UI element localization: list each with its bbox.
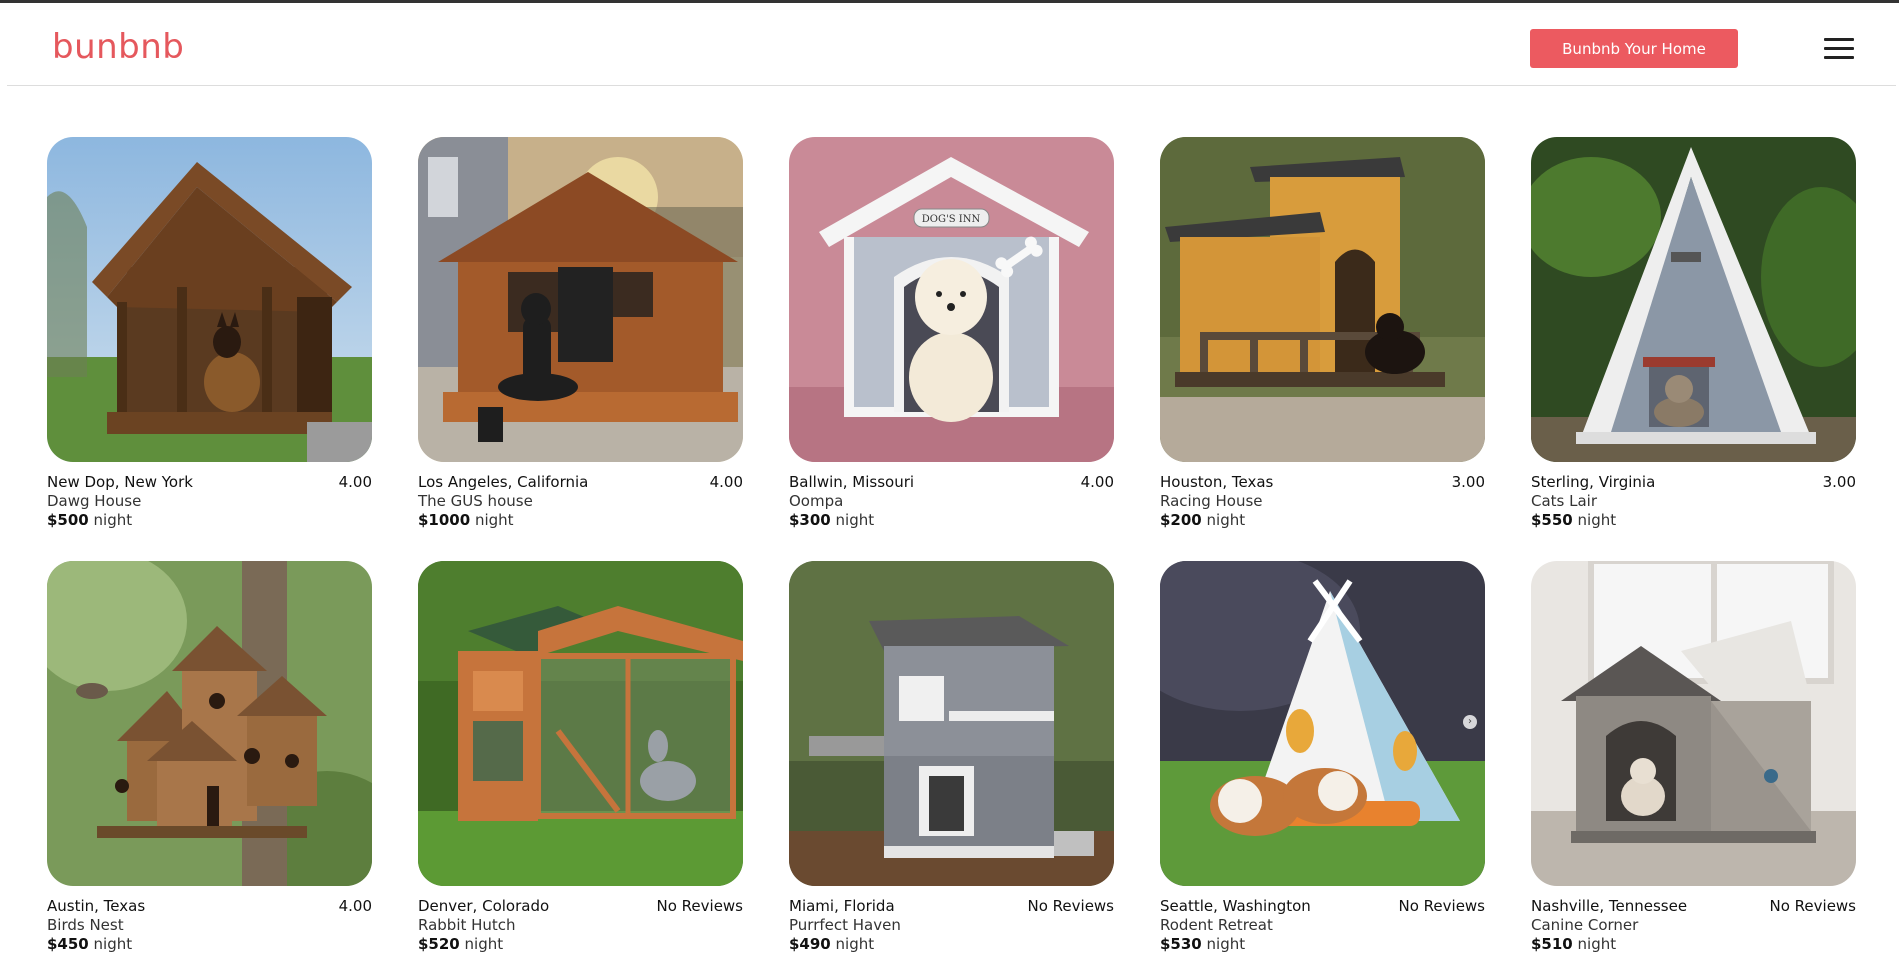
price-unit: night [835,511,875,529]
listing-price: $510 [1531,935,1573,953]
listing-card[interactable]: Miami, Florida No Reviews Purrfect Haven… [789,561,1114,959]
price-unit: night [464,935,504,953]
listing-rating: 3.00 [1822,473,1856,491]
price-unit: night [93,511,133,529]
listings-grid: New Dop, New York 4.00 Dawg House $500 n… [47,137,1856,959]
listing-location: Seattle, Washington [1160,897,1311,915]
listing-card[interactable]: Austin, Texas 4.00 Birds Nest $450 night [47,561,372,959]
listing-title: Cats Lair [1531,492,1598,510]
listing-location: Los Angeles, California [418,473,589,491]
listing-price: $1000 [418,511,471,529]
listing-rating: No Reviews [1398,897,1486,915]
price-unit: night [1206,511,1246,529]
listing-card[interactable]: New Dop, New York 4.00 Dawg House $500 n… [47,137,372,535]
listing-info: Houston, Texas 3.00 Racing House $200 ni… [1160,473,1485,530]
listing-title: The GUS house [418,492,533,510]
listing-photo[interactable] [47,137,372,462]
chevron-right-icon[interactable]: › [1463,715,1477,729]
price-unit: night [1206,935,1246,953]
brand-logo[interactable]: bunbnb [52,30,184,64]
listing-card[interactable]: Nashville, Tennessee No Reviews Canine C… [1531,561,1856,959]
price-unit: night [1577,935,1617,953]
listing-location: Austin, Texas [47,897,146,915]
listing-price: $500 [47,511,89,529]
listing-card[interactable]: Los Angeles, California 4.00 The GUS hou… [418,137,743,535]
listing-rating: 3.00 [1451,473,1485,491]
listing-location: Nashville, Tennessee [1531,897,1688,915]
listing-price: $490 [789,935,831,953]
listing-photo[interactable] [789,561,1114,886]
listing-info: Denver, Colorado No Reviews Rabbit Hutch… [418,897,743,954]
listing-title: Dawg House [47,492,142,510]
listing-info: Seattle, Washington No Reviews Rodent Re… [1160,897,1485,954]
listing-card[interactable]: › Seattle, Washington No Reviews Rodent … [1160,561,1485,959]
listing-photo[interactable]: › [1160,561,1485,886]
listing-rating: 4.00 [338,473,372,491]
listing-title: Canine Corner [1531,916,1639,934]
listing-rating: No Reviews [1769,897,1857,915]
sign-text: DOG'S INN [922,214,981,225]
listing-info: Los Angeles, California 4.00 The GUS hou… [418,473,743,530]
listing-location: Sterling, Virginia [1531,473,1656,491]
price-unit: night [835,935,875,953]
listing-location: Ballwin, Missouri [789,473,915,491]
listing-location: Miami, Florida [789,897,895,915]
listing-price: $450 [47,935,89,953]
listing-price: $520 [418,935,460,953]
listing-info: Miami, Florida No Reviews Purrfect Haven… [789,897,1114,954]
listing-location: Denver, Colorado [418,897,550,915]
listing-title: Oompa [789,492,844,510]
listing-title: Racing House [1160,492,1263,510]
listing-location: Houston, Texas [1160,473,1274,491]
listing-info: Nashville, Tennessee No Reviews Canine C… [1531,897,1856,954]
listing-location: New Dop, New York [47,473,193,491]
listing-title: Rabbit Hutch [418,916,516,934]
listing-card[interactable]: DOG'S INN Ballwin, Missouri 4.00 Oompa $… [789,137,1114,535]
listing-price: $300 [789,511,831,529]
listing-photo[interactable] [1531,561,1856,886]
listing-photo[interactable] [1160,137,1485,462]
listing-price: $550 [1531,511,1573,529]
header: bunbnb Bunbnb Your Home [7,3,1896,86]
listing-rating: 4.00 [338,897,372,915]
price-unit: night [474,511,514,529]
listing-rating: 4.00 [1080,473,1114,491]
listing-price: $530 [1160,935,1202,953]
listing-rating: No Reviews [656,897,744,915]
listing-card[interactable]: Denver, Colorado No Reviews Rabbit Hutch… [418,561,743,959]
listing-title: Rodent Retreat [1160,916,1273,934]
listing-rating: 4.00 [709,473,743,491]
host-your-home-button[interactable]: Bunbnb Your Home [1530,29,1738,68]
listing-photo[interactable] [1531,137,1856,462]
listing-title: Birds Nest [47,916,124,934]
listing-photo[interactable] [47,561,372,886]
listing-info: Sterling, Virginia 3.00 Cats Lair $550 n… [1531,473,1856,530]
listing-card[interactable]: Houston, Texas 3.00 Racing House $200 ni… [1160,137,1485,535]
listing-info: Austin, Texas 4.00 Birds Nest $450 night [47,897,372,954]
listing-rating: No Reviews [1027,897,1115,915]
listing-photo[interactable] [418,137,743,462]
listing-photo[interactable]: DOG'S INN [789,137,1114,462]
listing-photo[interactable] [418,561,743,886]
hamburger-icon[interactable] [1822,34,1856,62]
price-unit: night [1577,511,1617,529]
listing-price: $200 [1160,511,1202,529]
listing-card[interactable]: Sterling, Virginia 3.00 Cats Lair $550 n… [1531,137,1856,535]
listing-info: Ballwin, Missouri 4.00 Oompa $300 night [789,473,1114,530]
listing-title: Purrfect Haven [789,916,901,934]
price-unit: night [93,935,133,953]
listing-info: New Dop, New York 4.00 Dawg House $500 n… [47,473,372,530]
